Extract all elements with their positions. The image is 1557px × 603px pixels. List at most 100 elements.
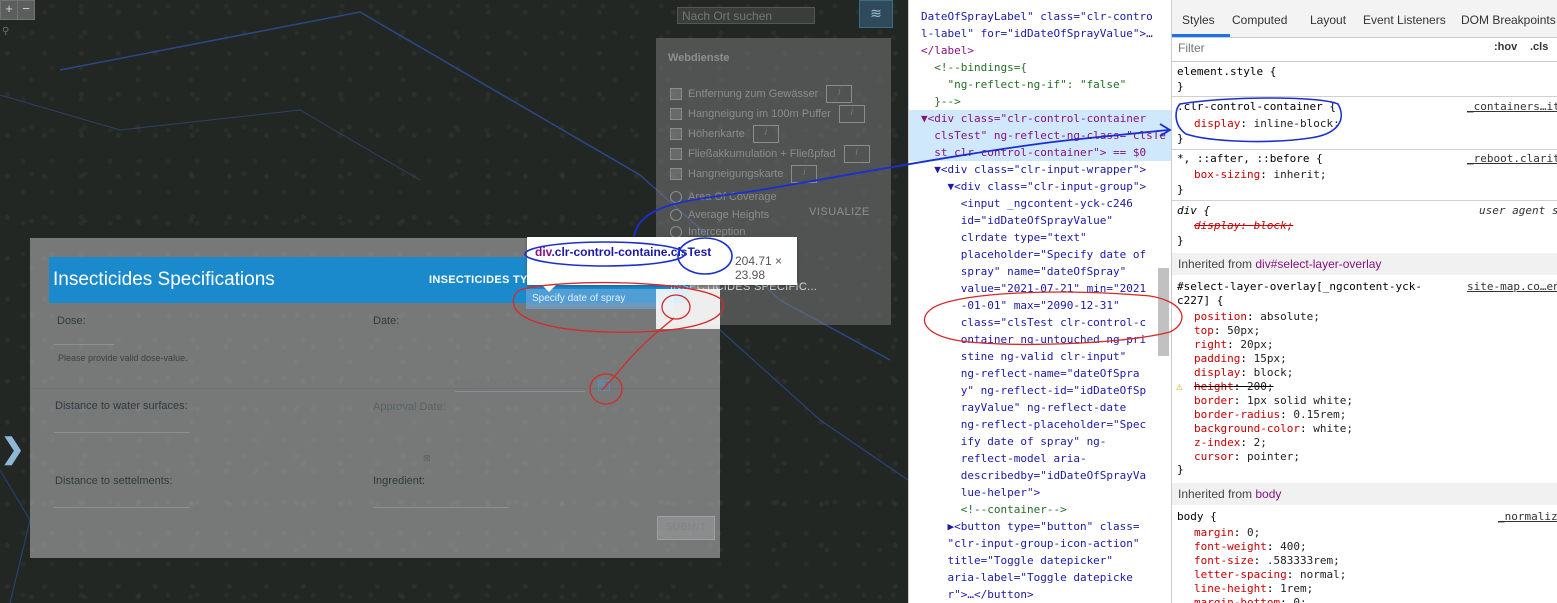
rule-declaration[interactable]: z-index: 2; bbox=[1194, 436, 1267, 450]
zoom-out-button[interactable]: − bbox=[17, 0, 35, 20]
dom-line[interactable]: id="idDateOfSprayValue" bbox=[909, 212, 1171, 229]
checkbox[interactable] bbox=[670, 128, 682, 140]
tab-insecticides-type[interactable]: INSECTICIDES TYPE bbox=[429, 274, 543, 286]
dom-line[interactable]: reflect-model aria- bbox=[909, 450, 1171, 467]
checkbox[interactable] bbox=[670, 168, 682, 180]
dom-line[interactable]: spray" name="dateOfSpray" bbox=[909, 263, 1171, 280]
tab-styles[interactable]: Styles bbox=[1182, 13, 1215, 27]
dom-line[interactable]: <!--bindings={ bbox=[909, 59, 1171, 76]
rule-declaration[interactable]: top: 50px; bbox=[1194, 324, 1260, 338]
zoom-in-button[interactable]: + bbox=[0, 0, 18, 20]
service-item[interactable]: Fließakkumulation + Fließpfad i bbox=[670, 145, 870, 163]
hov-toggle-button[interactable]: :hov bbox=[1494, 41, 1517, 53]
visualize-button[interactable]: VISUALIZE bbox=[809, 206, 870, 218]
dom-line[interactable]: st clr-control-container"> == $0 bbox=[909, 144, 1171, 161]
dom-line[interactable]: ▼<div class="clr-input-group"> bbox=[909, 178, 1171, 195]
dom-line[interactable]: describedby="idDateOfSprayVa bbox=[909, 467, 1171, 484]
info-icon[interactable]: i bbox=[838, 105, 865, 123]
dom-line[interactable]: ontainer ng-untouched ng-pri bbox=[909, 331, 1171, 348]
inherited-target-link[interactable]: body bbox=[1255, 487, 1281, 501]
service-item[interactable]: Hangneigungskarte i bbox=[670, 165, 818, 183]
tab-layout[interactable]: Layout bbox=[1310, 13, 1346, 27]
dom-line[interactable]: ▼<div class="clr-input-wrapper"> bbox=[909, 161, 1171, 178]
pin-icon[interactable]: ⚲ bbox=[2, 26, 9, 37]
dom-line[interactable]: value="2021-07-21" min="2021 bbox=[909, 280, 1171, 297]
radio[interactable] bbox=[670, 191, 682, 203]
chevron-right-icon[interactable]: ❯ bbox=[1, 434, 27, 466]
spray-date-input[interactable] bbox=[455, 375, 585, 392]
dom-line[interactable]: }--> bbox=[909, 93, 1171, 110]
rule-selector[interactable]: *, ::after, ::before { bbox=[1177, 152, 1323, 166]
place-search-input[interactable] bbox=[677, 7, 815, 24]
dom-line[interactable]: title="Toggle datepicker" bbox=[909, 552, 1171, 569]
rule-declaration[interactable]: border: 1px solid white; bbox=[1194, 394, 1353, 408]
dom-line[interactable]: "ng-reflect-ng-if": "false" bbox=[909, 76, 1171, 93]
radio[interactable] bbox=[670, 209, 682, 221]
rule-declaration[interactable]: font-weight: 400; bbox=[1194, 540, 1307, 554]
dom-line[interactable]: r">…</button> bbox=[909, 586, 1171, 603]
dom-line[interactable]: <input _ngcontent-yck-c246 bbox=[909, 195, 1171, 212]
rule-declaration[interactable]: box-sizing: inherit; bbox=[1194, 168, 1326, 182]
ingredient-input[interactable] bbox=[373, 507, 509, 508]
dom-line[interactable]: </label> bbox=[909, 42, 1171, 59]
rule-declaration[interactable]: border-radius: 0.15rem; bbox=[1194, 408, 1346, 422]
element-style-selector[interactable]: element.style { bbox=[1177, 65, 1276, 79]
tab-event-listeners[interactable]: Event Listeners bbox=[1363, 13, 1446, 27]
rule-source-link[interactable]: _normaliz bbox=[1498, 510, 1557, 523]
rule-source-link[interactable]: _containers…it bbox=[1467, 100, 1557, 113]
settlements-distance-input[interactable] bbox=[54, 507, 190, 508]
devtools-elements-panel[interactable]: DateOfSprayLabel" class="clr-contro l-lab… bbox=[908, 0, 1171, 603]
service-item[interactable]: Entfernung zum Gewässer i bbox=[670, 85, 853, 103]
rule-declaration[interactable]: height: 200; ⚠ bbox=[1176, 380, 1274, 394]
rule-selector[interactable]: div { bbox=[1177, 204, 1210, 218]
dom-line[interactable]: y" ng-reflect-id="idDateOfSp bbox=[909, 382, 1171, 399]
inherited-target-link[interactable]: div#select-layer-overlay bbox=[1255, 257, 1381, 271]
info-icon[interactable]: i bbox=[826, 85, 853, 103]
rule-declaration[interactable]: padding: 15px; bbox=[1194, 352, 1287, 366]
rule-selector[interactable]: body { bbox=[1177, 510, 1217, 524]
service-item[interactable]: Höhenkarte i bbox=[670, 125, 779, 143]
dom-line[interactable]: rayValue" ng-reflect-date bbox=[909, 399, 1171, 416]
submit-button[interactable]: SUBMIT bbox=[657, 516, 715, 540]
dom-line[interactable]: ▼<div class="clr-control-container bbox=[909, 110, 1171, 127]
checkbox[interactable] bbox=[670, 108, 682, 120]
rule-declaration[interactable]: font-size: .583333rem; bbox=[1194, 554, 1340, 568]
rule-selector[interactable]: #select-layer-overlay[_ngcontent-yck- bbox=[1177, 280, 1422, 294]
rule-declaration[interactable]: position: absolute; bbox=[1194, 310, 1320, 324]
dom-line[interactable]: "clr-input-group-icon-action" bbox=[909, 535, 1171, 552]
dom-line[interactable]: lue-helper"> bbox=[909, 484, 1171, 501]
dom-line[interactable]: placeholder="Specify date of bbox=[909, 246, 1171, 263]
rule-declaration[interactable]: letter-spacing: normal; bbox=[1194, 568, 1346, 582]
map-view[interactable]: + − ⚲ ≋ Webdienste Entfernung zum Gewäss… bbox=[0, 0, 908, 603]
rule-declaration[interactable]: display: inline-block; bbox=[1194, 117, 1340, 131]
radio-item[interactable]: Area Of Coverage bbox=[670, 189, 777, 205]
checkbox[interactable] bbox=[670, 148, 682, 160]
dom-line[interactable]: ng-reflect-name="dateOfSpra bbox=[909, 365, 1171, 382]
dom-line[interactable]: ify date of spray" ng- bbox=[909, 433, 1171, 450]
tab-dom-breakpoints[interactable]: DOM Breakpoints bbox=[1461, 13, 1556, 27]
rule-declaration[interactable]: line-height: 1rem; bbox=[1194, 582, 1313, 596]
dom-line[interactable]: ▶<button type="button" class= bbox=[909, 518, 1171, 535]
service-item[interactable]: Hangneigung im 100m Puffer i bbox=[670, 105, 865, 123]
rule-declaration[interactable]: cursor: pointer; bbox=[1194, 450, 1300, 464]
scrollbar-thumb[interactable] bbox=[1158, 268, 1169, 356]
dom-line[interactable]: -01-01" max="2090-12-31" bbox=[909, 297, 1171, 314]
water-distance-input[interactable] bbox=[54, 432, 190, 433]
rule-declaration[interactable]: right: 20px; bbox=[1194, 338, 1274, 352]
cls-toggle-button[interactable]: .cls bbox=[1530, 41, 1548, 53]
rule-source-link[interactable]: _reboot.clarit bbox=[1467, 152, 1557, 165]
rule-declaration[interactable]: display: block; bbox=[1194, 366, 1293, 380]
rule-declaration[interactable]: margin-bottom: 0; bbox=[1194, 596, 1307, 603]
info-icon[interactable]: i bbox=[843, 145, 870, 163]
rule-source-link[interactable]: site-map.co…en bbox=[1467, 280, 1557, 293]
dose-input[interactable] bbox=[54, 344, 114, 345]
dom-line[interactable]: class="clsTest clr-control-c bbox=[909, 314, 1171, 331]
layers-icon[interactable]: ≋ bbox=[859, 0, 893, 28]
dom-line[interactable]: <!--container--> bbox=[909, 501, 1171, 518]
dom-line[interactable]: aria-label="Toggle datepicke bbox=[909, 569, 1171, 586]
calendar-icon[interactable]: ▦ bbox=[598, 380, 610, 391]
dom-line[interactable]: clrdate type="text" bbox=[909, 229, 1171, 246]
info-icon[interactable]: i bbox=[752, 125, 779, 143]
dom-line[interactable]: DateOfSprayLabel" class="clr-contro bbox=[909, 8, 1171, 25]
filter-input[interactable] bbox=[1178, 41, 1478, 55]
